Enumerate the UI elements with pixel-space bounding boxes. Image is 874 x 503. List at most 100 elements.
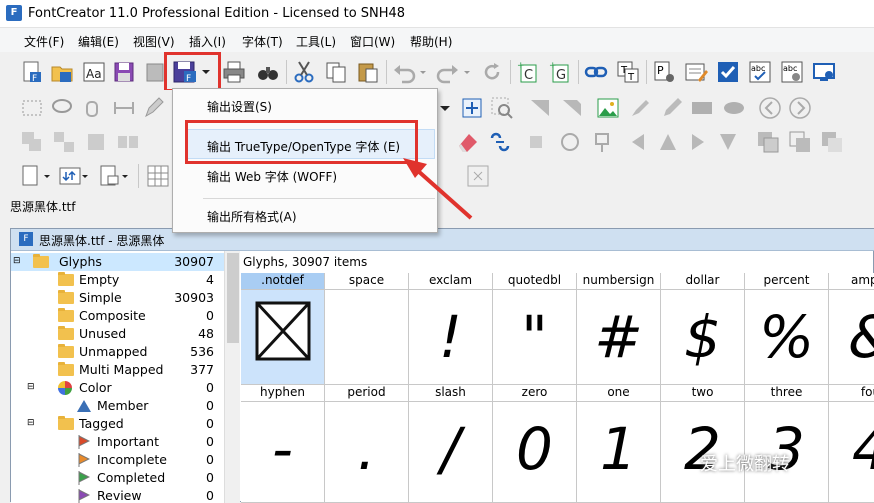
rotate-icon[interactable] [558,130,582,154]
save-copy-icon[interactable] [142,60,166,84]
preview-screen-icon[interactable] [812,60,836,84]
tree-item-incomplete[interactable]: Incomplete 0 [11,451,224,469]
combine-icon[interactable] [84,130,108,154]
tree-item-multi-mapped[interactable]: Multi Mapped 377 [11,361,224,379]
ellipse-icon[interactable] [722,96,746,120]
menu-font[interactable]: 字体(T) [242,33,283,50]
overlap-icon[interactable] [756,130,780,154]
fit-view-icon[interactable] [460,96,484,120]
group-icon[interactable] [20,130,44,154]
tree-scrollbar[interactable] [224,251,240,503]
hand-icon[interactable] [80,96,104,120]
glyph-cell[interactable]: numbersign # [577,273,661,385]
refresh-icon[interactable] [480,60,504,84]
glyph-cell[interactable]: three 3 [745,385,829,503]
font-properties-icon[interactable]: Aa [82,60,106,84]
tree-item-unused[interactable]: Unused 48 [11,325,224,343]
image-icon[interactable] [596,96,620,120]
tree-item-completed[interactable]: Completed 0 [11,469,224,487]
tree-item-empty[interactable]: Empty 4 [11,271,224,289]
glyph-cell[interactable]: .notdef [241,273,325,385]
spell-check-icon[interactable]: abc [748,60,772,84]
menu-file[interactable]: 文件(F) [24,33,64,50]
glyph-cell[interactable]: amper & [829,273,874,385]
grid-view-icon[interactable] [146,164,170,188]
font-settings-icon[interactable]: P [652,60,676,84]
new-font-icon[interactable]: F [20,60,44,84]
find-binoculars-icon[interactable] [256,60,280,84]
save-icon[interactable] [112,60,136,84]
ungroup-icon[interactable] [52,130,76,154]
tree-item-unmapped[interactable]: Unmapped 536 [11,343,224,361]
lasso-icon[interactable] [50,96,74,120]
redo-icon[interactable] [436,60,472,84]
select-rect-icon[interactable] [20,96,44,120]
rectangle-icon[interactable] [690,96,714,120]
shape-tri2-icon[interactable] [560,96,584,120]
glyph-cell[interactable]: exclam ! [409,273,493,385]
print-icon[interactable] [222,60,246,84]
measure-icon[interactable] [112,96,136,120]
sort-dropdown[interactable] [58,164,90,188]
glyph-cell[interactable]: one 1 [577,385,661,503]
spell-settings-icon[interactable]: abc [780,60,804,84]
align-left-icon[interactable] [626,130,650,154]
glyph-cell[interactable]: zero 0 [493,385,577,503]
menu-export-settings[interactable]: 输出设置(S) [207,98,272,115]
shape-tri-icon[interactable] [528,96,552,120]
insert-g-icon[interactable]: G + [548,60,572,84]
menu-help[interactable]: 帮助(H) [410,33,452,50]
paste-icon[interactable] [356,60,380,84]
tree-item-simple[interactable]: Simple 30903 [11,289,224,307]
page-settings-dropdown[interactable] [98,164,130,188]
menu-export-web-woff[interactable]: 输出 Web 字体 (WOFF) [207,168,337,185]
tree-item-important[interactable]: Important 0 [11,433,224,451]
zoom-dropdown-arrow[interactable] [436,96,456,120]
insert-c-icon[interactable]: C + [516,60,540,84]
split-icon[interactable] [116,130,140,154]
subtract-icon[interactable] [820,130,844,154]
copy-icon[interactable] [324,60,348,84]
tree-item-glyphs[interactable]: ⊟ Glyphs 30907 [11,253,224,271]
new-page-dropdown[interactable] [20,164,52,188]
tree-item-review[interactable]: Review 0 [11,487,224,503]
file-tab[interactable]: 思源黑体.ttf [10,198,170,218]
collapse-icon[interactable]: ⊟ [13,256,21,266]
glyph-cell[interactable]: two 2 [661,385,745,503]
collapse-icon[interactable]: ⊟ [27,418,35,428]
glyph-cell[interactable]: period . [325,385,409,503]
link-nodes-icon[interactable] [488,130,512,154]
tree-item-composite[interactable]: Composite 0 [11,307,224,325]
link-icon[interactable] [584,60,608,84]
menu-tools[interactable]: 工具(L) [296,33,336,50]
transform-icon[interactable]: TT [616,60,640,84]
cut-icon[interactable] [292,60,316,84]
tree-item-color[interactable]: ⊟ Color 0 [11,379,224,397]
align-bottom-icon[interactable] [716,130,740,154]
prev-glyph-icon[interactable] [758,96,782,120]
menu-export-all-formats[interactable]: 输出所有格式(A) [207,208,297,225]
glyph-cell[interactable]: space [325,273,409,385]
glyph-cell[interactable]: dollar $ [661,273,745,385]
pin-icon[interactable] [590,130,614,154]
align-right-icon[interactable] [686,130,710,154]
collapse-icon[interactable]: ⊟ [27,382,35,392]
pen-icon[interactable] [142,96,166,120]
menu-insert[interactable]: 插入(I) [189,33,226,50]
menu-edit[interactable]: 编辑(E) [78,33,119,50]
glyph-cell[interactable]: slash / [409,385,493,503]
edit-form-icon[interactable] [684,60,708,84]
next-glyph-icon[interactable] [788,96,812,120]
zoom-icon[interactable] [490,96,514,120]
intersect-icon[interactable] [788,130,812,154]
glyph-cell[interactable]: fou 4 [829,385,874,503]
align-center-icon[interactable] [656,130,680,154]
tree-item-member[interactable]: Member 0 [11,397,224,415]
scrollbar-thumb[interactable] [227,253,239,343]
open-folder-icon[interactable] [50,60,74,84]
glyph-cell[interactable]: hyphen - [241,385,325,503]
menu-view[interactable]: 视图(V) [133,33,175,50]
validate-checkbox-icon[interactable] [716,60,740,84]
glyph-cell[interactable]: percent % [745,273,829,385]
brush-icon[interactable] [628,96,652,120]
